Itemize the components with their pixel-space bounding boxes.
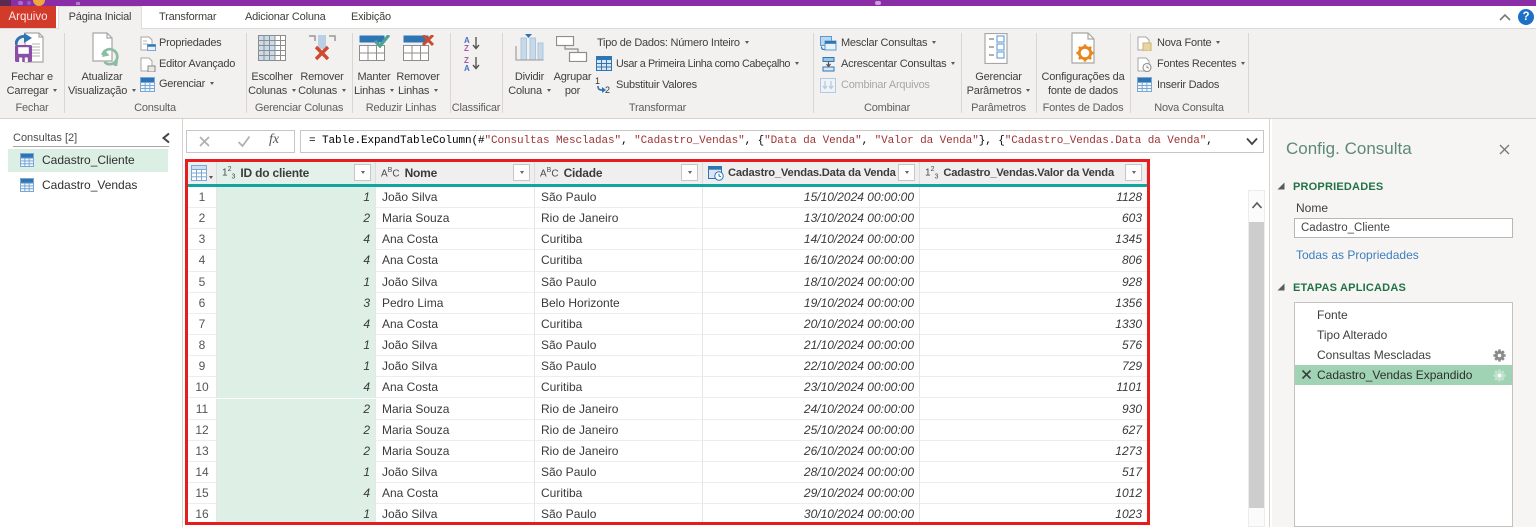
svg-text:Z: Z bbox=[464, 44, 469, 52]
svg-text:A: A bbox=[464, 64, 470, 72]
svg-text:1: 1 bbox=[595, 76, 600, 86]
svg-text:2: 2 bbox=[605, 85, 610, 94]
